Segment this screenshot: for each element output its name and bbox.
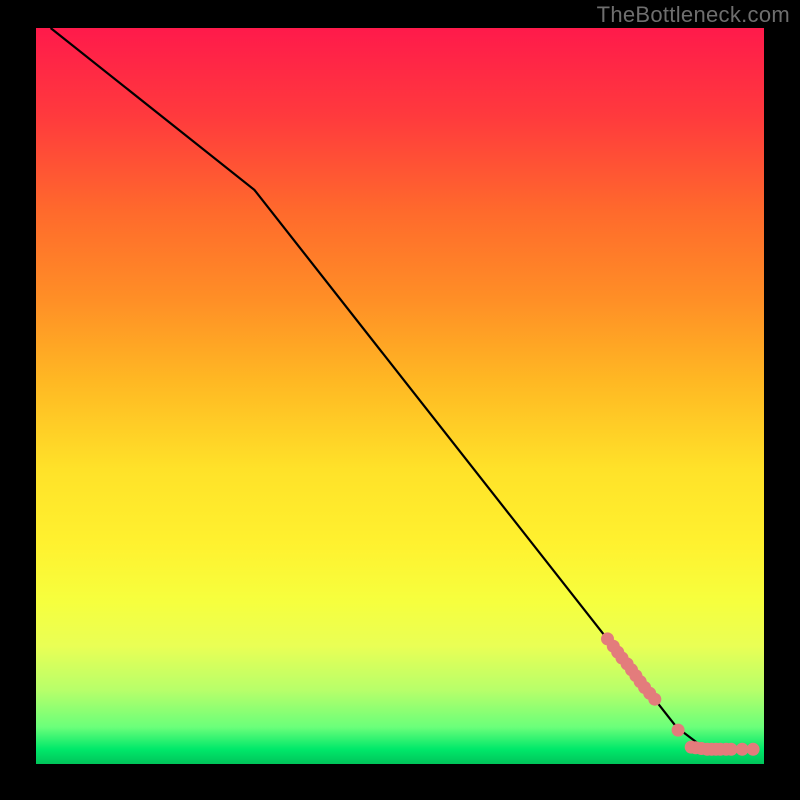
curve-line — [51, 28, 743, 749]
scatter-points — [601, 632, 760, 755]
data-point — [747, 743, 760, 756]
plot-area — [36, 28, 764, 764]
watermark-text: TheBottleneck.com — [597, 2, 790, 28]
data-point — [672, 724, 685, 737]
chart-frame: TheBottleneck.com — [0, 0, 800, 800]
data-point — [648, 693, 661, 706]
chart-svg — [36, 28, 764, 764]
